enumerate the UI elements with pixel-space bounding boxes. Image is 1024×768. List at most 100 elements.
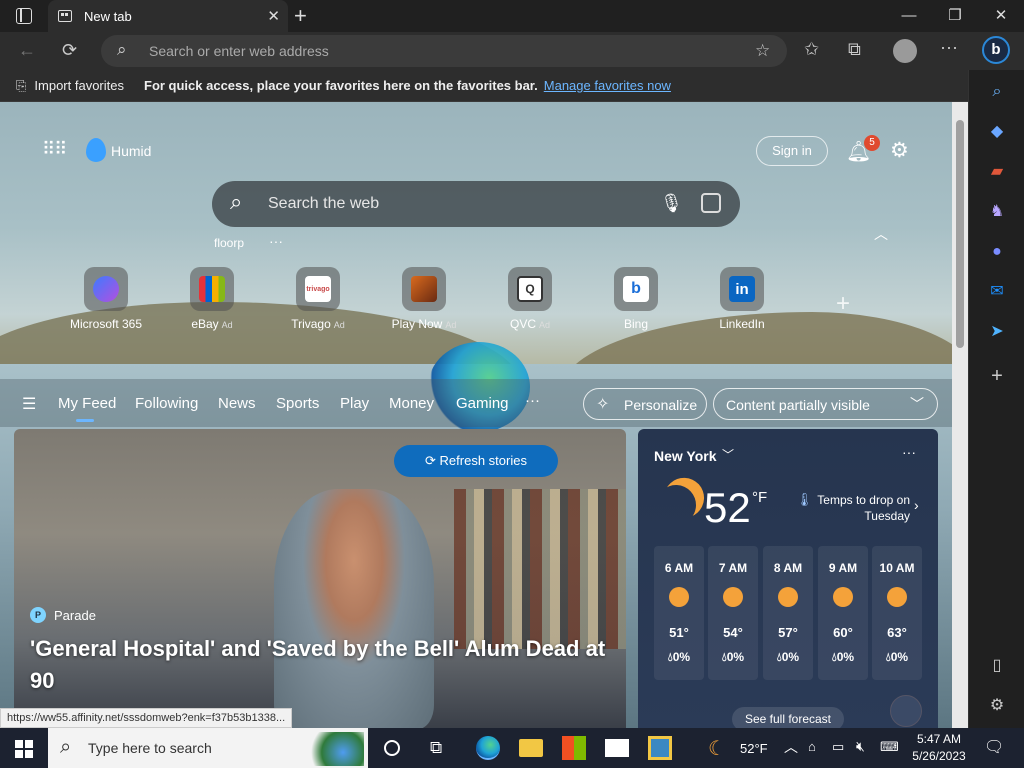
feedback-avatar[interactable]: [890, 695, 922, 727]
app-icon[interactable]: [648, 736, 672, 760]
back-icon[interactable]: ←: [18, 41, 36, 59]
weather-moon-icon[interactable]: ☾: [708, 736, 726, 761]
taskbar-weather-temp[interactable]: 52°F: [740, 741, 768, 756]
temperature-unit: °F: [752, 489, 768, 506]
windows-start-icon[interactable]: [15, 740, 33, 758]
system-tray-chevron-icon[interactable]: ︿: [784, 737, 798, 757]
weather-card[interactable]: New York ﹀ ··· 52 °F 🌡︎ Temps to drop on…: [638, 429, 938, 728]
tab-sports[interactable]: Sports: [276, 395, 319, 412]
taskbar-search-box[interactable]: ⌕ Type here to search: [48, 728, 368, 768]
restore-button[interactable]: ❐: [940, 4, 970, 28]
store-icon[interactable]: [562, 736, 586, 760]
weather-more-dots[interactable]: ···: [902, 444, 916, 460]
cortana-icon[interactable]: [384, 740, 400, 756]
profile-avatar[interactable]: [893, 39, 917, 63]
tab-following[interactable]: Following: [135, 395, 198, 412]
chevron-right-icon[interactable]: ›: [914, 497, 919, 513]
tab-actions-icon[interactable]: [16, 8, 32, 24]
personalize-star-icon: ✧: [596, 396, 610, 413]
search-icon: ⌕: [117, 40, 127, 59]
collections-icon[interactable]: ⧉: [848, 40, 861, 58]
search-placeholder: Search the web: [268, 195, 380, 212]
search-highlight-icon: [294, 732, 364, 766]
tab-gaming[interactable]: Gaming: [456, 395, 509, 412]
weather-brand[interactable]: Humid: [111, 143, 151, 159]
floorp-label[interactable]: floorp: [214, 236, 244, 250]
navigation-bar: ← ⟳ ⌕ Search or enter web address ☆ ✩ ⧉ …: [0, 32, 1024, 70]
quick-link-linkedin[interactable]: in LinkedIn: [692, 267, 792, 331]
tab-money[interactable]: Money: [389, 395, 434, 412]
more-tabs-dots[interactable]: ···: [525, 392, 540, 409]
sidebar-search-icon[interactable]: ⌕: [987, 82, 1007, 102]
notifications-icon[interactable]: 🗨︎: [984, 737, 1004, 757]
taskbar-time[interactable]: 5:47 AM: [908, 732, 970, 746]
task-view-icon[interactable]: ⧉: [430, 738, 442, 758]
import-favorites-button[interactable]: Import favorites: [34, 78, 124, 93]
edge-taskbar-icon[interactable]: [476, 736, 500, 760]
volume-muted-icon[interactable]: 🔇︎: [856, 738, 865, 755]
sidebar-drop-icon[interactable]: ➤: [987, 322, 1007, 342]
quick-link-play-now[interactable]: Play Now Ad: [374, 267, 474, 331]
sidebar-settings-gear-icon[interactable]: ⚙: [987, 696, 1007, 716]
mail-icon[interactable]: [605, 739, 629, 757]
collapse-chevron-icon[interactable]: ︿: [874, 224, 888, 244]
quick-link-ebay[interactable]: eBay Ad: [162, 267, 262, 331]
sidebar-microsoft-365-icon[interactable]: ●: [987, 242, 1007, 262]
sidebar-tools-icon[interactable]: ▰: [987, 162, 1007, 182]
bing-copilot-button[interactable]: b: [982, 36, 1010, 64]
tab-news[interactable]: News: [218, 395, 256, 412]
chevron-down-icon[interactable]: ﹀: [722, 446, 734, 463]
refresh-icon[interactable]: ⟳: [62, 41, 77, 59]
taskbar-date[interactable]: 5/26/2023: [908, 749, 970, 763]
hide-sidebar-icon[interactable]: ▯: [987, 656, 1007, 676]
sign-in-button[interactable]: Sign in: [756, 136, 828, 166]
hourly-forecast-item: 9 AM 60° 💧︎0%: [818, 546, 868, 680]
new-tab-button[interactable]: +: [294, 3, 307, 29]
sidebar-games-icon[interactable]: ♞: [987, 202, 1007, 222]
add-favorite-icon[interactable]: ☆: [755, 41, 770, 61]
microphone-icon[interactable]: 🎙︎: [660, 193, 683, 214]
content-visibility-dropdown[interactable]: Content partially visible ﹀: [713, 388, 938, 420]
more-options-dots[interactable]: ···: [269, 233, 283, 249]
close-window-button[interactable]: ✕: [986, 4, 1016, 28]
visual-search-icon[interactable]: [701, 193, 721, 213]
close-tab-icon[interactable]: ✕: [267, 7, 280, 25]
display-icon[interactable]: ▭: [832, 739, 844, 755]
manage-favorites-link[interactable]: Manage favorites now: [544, 78, 671, 93]
file-explorer-icon[interactable]: [519, 739, 543, 757]
page-scrollbar[interactable]: [952, 102, 968, 728]
minimize-button[interactable]: —: [894, 4, 924, 28]
quick-link-microsoft-365[interactable]: Microsoft 365: [56, 267, 156, 331]
hourly-forecast-item: 10 AM 63° 💧︎0%: [872, 546, 922, 680]
weather-city[interactable]: New York: [654, 448, 717, 464]
quick-link-trivago[interactable]: trivago Trivago Ad: [268, 267, 368, 331]
quick-link-bing[interactable]: b Bing: [586, 267, 686, 331]
tab-play[interactable]: Play: [340, 395, 369, 412]
sidebar-add-icon[interactable]: +: [987, 366, 1007, 386]
network-icon[interactable]: ⌂: [808, 739, 816, 754]
tab-my-feed[interactable]: My Feed: [58, 395, 116, 412]
sidebar-outlook-icon[interactable]: ✉: [987, 282, 1007, 302]
favorites-icon[interactable]: ✩: [804, 40, 819, 58]
refresh-stories-button[interactable]: ⟳ Refresh stories: [394, 445, 558, 477]
tab-new-tab[interactable]: New tab ✕: [48, 0, 288, 32]
current-temperature: 52: [704, 484, 751, 531]
app-launcher-icon[interactable]: ⠿⠿: [42, 140, 67, 162]
taskbar-search-placeholder: Type here to search: [88, 740, 212, 756]
new-tab-icon: [58, 10, 72, 22]
add-quick-link-icon[interactable]: +: [836, 290, 850, 318]
personalize-button[interactable]: ✧ Personalize: [583, 388, 707, 420]
weather-alert[interactable]: Temps to drop on Tuesday: [808, 492, 910, 524]
keyboard-icon[interactable]: ⌨: [880, 739, 899, 755]
more-icon[interactable]: ···: [940, 38, 958, 56]
scrollbar-thumb[interactable]: [956, 120, 964, 348]
hero-headline[interactable]: 'General Hospital' and 'Saved by the Bel…: [30, 633, 620, 697]
menu-hamburger-icon[interactable]: ☰: [22, 394, 36, 414]
status-url: https://ww55.affinity.net/sssdomweb?enk=…: [0, 708, 293, 728]
page-settings-gear-icon[interactable]: ⚙: [890, 138, 909, 163]
see-full-forecast-button[interactable]: See full forecast: [732, 707, 844, 728]
address-bar[interactable]: ⌕ Search or enter web address ☆: [101, 35, 787, 67]
sidebar-shopping-icon[interactable]: ◆: [987, 122, 1007, 142]
quick-link-qvc[interactable]: Q QVC Ad: [480, 267, 580, 331]
web-search-box[interactable]: ⌕ Search the web 🎙︎: [212, 181, 740, 227]
